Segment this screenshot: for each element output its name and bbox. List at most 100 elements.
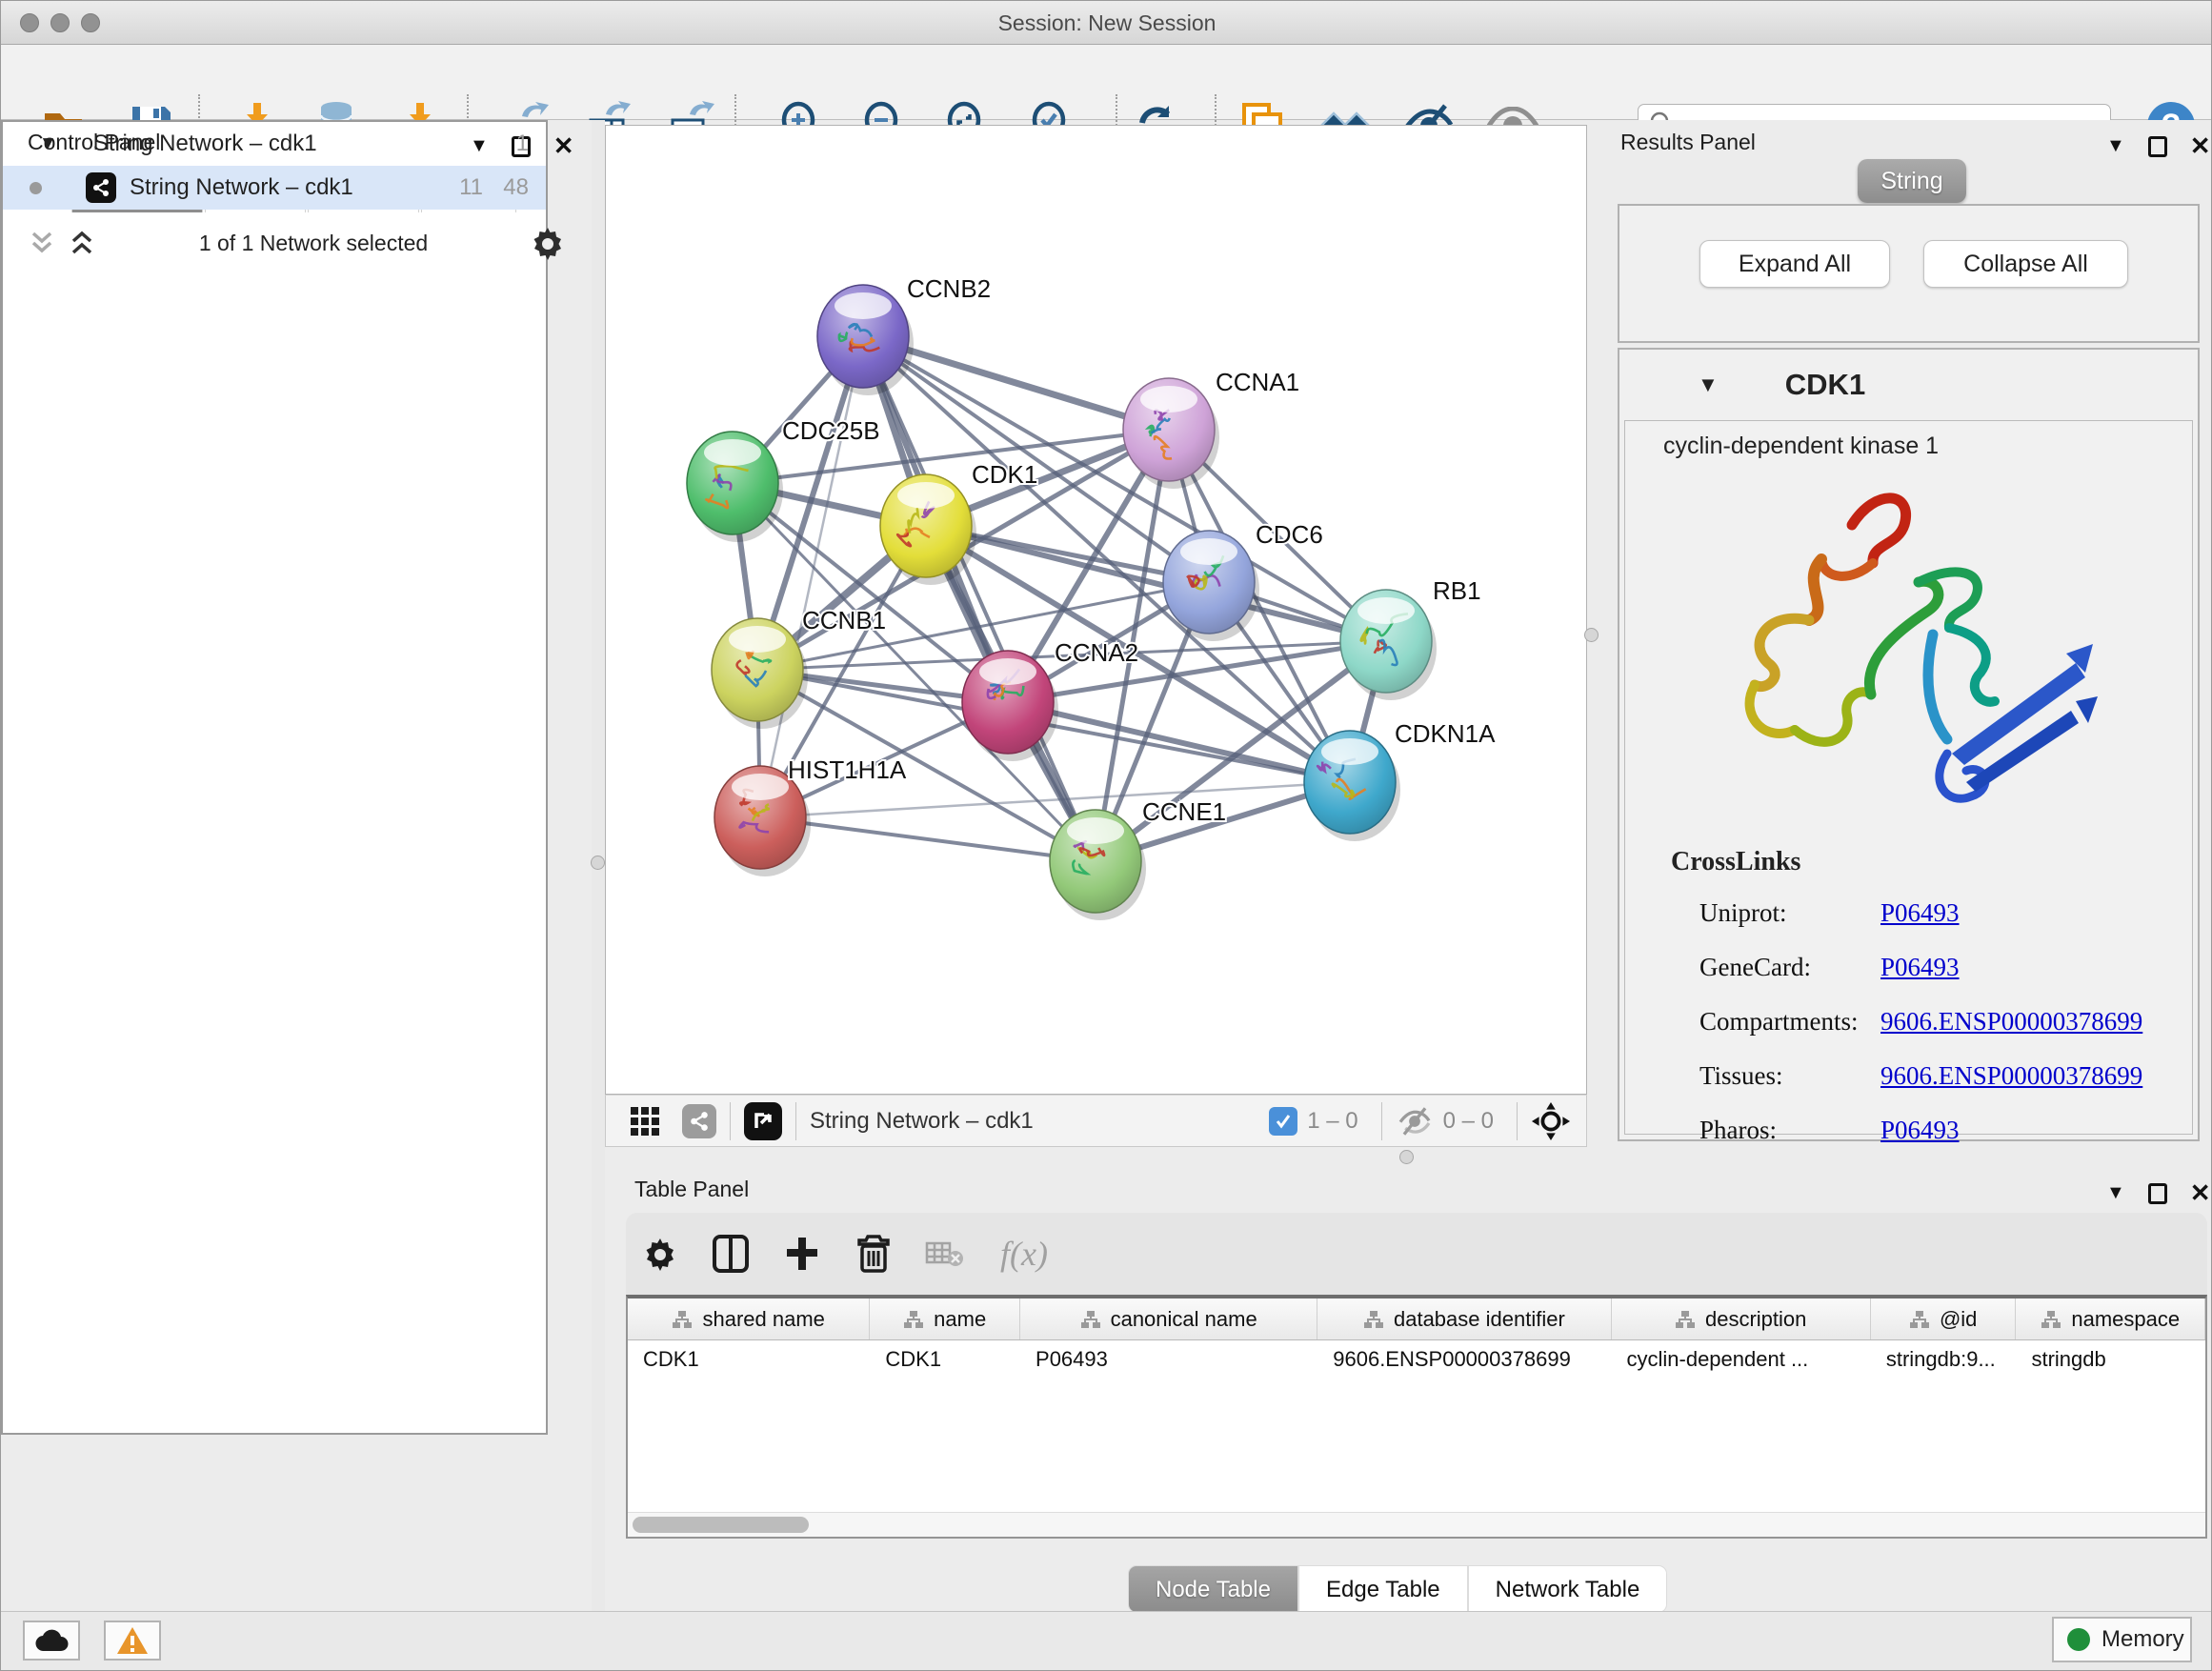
crosslink-row: Compartments:9606.ENSP00000378699 — [1699, 1007, 2192, 1037]
columns-icon — [713, 1235, 749, 1273]
tab-node-table[interactable]: Node Table — [1128, 1565, 1298, 1613]
node-label-CCNA2: CCNA2 — [1055, 638, 1138, 667]
network-node-CDC6[interactable]: CDC6 — [1163, 520, 1323, 641]
node-label-CDC6: CDC6 — [1256, 520, 1323, 549]
collapse-all-chevron-icon[interactable] — [28, 230, 56, 256]
bottom-splitter[interactable] — [605, 1147, 1587, 1167]
results-panel-float-button[interactable]: ▼ — [2106, 135, 2125, 157]
crosslink-row: GeneCard:P06493 — [1699, 953, 2192, 982]
column-header-description[interactable]: description — [1612, 1299, 1871, 1339]
column-header-name[interactable]: name — [870, 1299, 1020, 1339]
tab-edge-table[interactable]: Edge Table — [1298, 1565, 1468, 1613]
left-splitter[interactable] — [592, 120, 605, 1611]
selected-node-edge-counts: 1 – 0 — [1307, 1108, 1357, 1135]
crosslink-link[interactable]: 9606.ENSP00000378699 — [1880, 1061, 2142, 1091]
entry-header-row[interactable]: ▼ CDK1 — [1619, 350, 2198, 420]
open-in-window-button[interactable] — [744, 1102, 782, 1140]
network-collection-row[interactable]: ▼ String Network – cdk1 1 — [3, 122, 546, 166]
crosslinks-title: CrossLinks — [1671, 847, 2192, 877]
table-cell[interactable]: stringdb:9... — [1871, 1340, 2017, 1380]
hidden-eye-slash-icon[interactable] — [1396, 1107, 1434, 1136]
cloud-status-button[interactable] — [23, 1621, 80, 1661]
results-panel-maximize-button[interactable] — [2148, 136, 2167, 157]
network-row[interactable]: String Network – cdk1 11 48 — [3, 166, 546, 210]
column-header-label: shared name — [702, 1307, 824, 1332]
table-cell[interactable]: CDK1 — [628, 1340, 870, 1380]
delete-column-button[interactable] — [853, 1213, 895, 1295]
current-network-name: String Network – cdk1 — [810, 1108, 1034, 1135]
column-header-label: namespace — [2071, 1307, 2180, 1332]
tab-network-table[interactable]: Network Table — [1468, 1565, 1668, 1613]
column-header-label: database identifier — [1394, 1307, 1565, 1332]
network-node-HIST1H1A[interactable]: HIST1H1A — [714, 755, 907, 876]
crosslinks-list: Uniprot:P06493GeneCard:P06493Compartment… — [1699, 898, 2192, 1145]
node-label-RB1: RB1 — [1433, 576, 1481, 605]
plus-icon — [785, 1236, 819, 1272]
collection-expand-caret[interactable]: ▼ — [39, 133, 57, 154]
table-horizontal-scrollbar[interactable] — [628, 1512, 2205, 1537]
status-bar: Memory — [1, 1611, 2212, 1671]
network-edge[interactable] — [1008, 702, 1350, 782]
network-node-CCNE1[interactable]: CCNE1 — [1050, 797, 1226, 920]
network-view-toolbar: String Network – cdk1 1 – 0 0 – 0 — [605, 1095, 1587, 1147]
left-splitter-handle[interactable] — [591, 856, 605, 870]
column-header-shared-name[interactable]: shared name — [628, 1299, 870, 1339]
delete-table-button[interactable] — [923, 1213, 965, 1295]
table-panel-maximize-button[interactable] — [2148, 1183, 2167, 1204]
network-canvas[interactable]: CCNB2CCNA1CDC25BCDK1CDC6RB1CCNB1CCNA2CDK… — [605, 125, 1587, 1095]
crosslink-link[interactable]: P06493 — [1880, 898, 1960, 928]
network-options-gear-icon[interactable] — [531, 226, 565, 260]
table-cell[interactable]: 9606.ENSP00000378699 — [1317, 1340, 1611, 1380]
bottom-splitter-handle[interactable] — [1399, 1150, 1414, 1164]
expand-all-button[interactable]: Expand All — [1699, 240, 1890, 288]
network-node-RB1[interactable]: RB1 — [1340, 576, 1481, 700]
table-panel-close-button[interactable]: ✕ — [2190, 1178, 2211, 1208]
network-node-CDKN1A[interactable]: CDKN1A — [1304, 719, 1496, 841]
column-header-namespace[interactable]: namespace — [2016, 1299, 2205, 1339]
column-header-label: name — [934, 1307, 986, 1332]
right-splitter-handle[interactable] — [1584, 628, 1599, 642]
birdseye-grid-icon[interactable] — [629, 1105, 661, 1137]
selected-checkbox-icon[interactable] — [1269, 1107, 1297, 1136]
function-builder-button[interactable]: f(x) — [995, 1213, 1053, 1295]
collapse-all-button[interactable]: Collapse All — [1923, 240, 2128, 288]
table-row[interactable]: CDK1CDK1P064939606.ENSP00000378699cyclin… — [628, 1340, 2205, 1380]
entry-gene-name: CDK1 — [1785, 368, 1865, 402]
column-header-database-identifier[interactable]: database identifier — [1317, 1299, 1611, 1339]
fit-content-crosshair-icon[interactable] — [1531, 1101, 1571, 1141]
table-panel-float-button[interactable]: ▼ — [2106, 1182, 2125, 1204]
scrollbar-thumb[interactable] — [633, 1517, 809, 1533]
protein-structure-image — [1709, 468, 2109, 830]
show-columns-button[interactable] — [710, 1213, 752, 1295]
results-entry-box: ▼ CDK1 cyclin-dependent kinase 1 — [1618, 348, 2200, 1141]
column-header-@id[interactable]: @id — [1871, 1299, 2017, 1339]
create-column-button[interactable] — [781, 1213, 823, 1295]
network-node-CCNB1[interactable]: CCNB1 — [712, 606, 886, 729]
crosslink-link[interactable]: P06493 — [1880, 1116, 1960, 1145]
main-toolbar: ? — [1, 45, 2212, 120]
table-cell[interactable]: CDK1 — [870, 1340, 1020, 1380]
column-header-canonical-name[interactable]: canonical name — [1020, 1299, 1317, 1339]
crosslink-link[interactable]: P06493 — [1880, 953, 1960, 982]
warnings-button[interactable] — [104, 1621, 161, 1661]
results-panel-close-button[interactable]: ✕ — [2190, 131, 2211, 161]
network-node-CCNB2[interactable]: CCNB2 — [817, 274, 991, 395]
crosslink-link[interactable]: 9606.ENSP00000378699 — [1880, 1007, 2142, 1037]
table-cell[interactable]: stringdb — [2016, 1340, 2205, 1380]
string-network-icon — [86, 172, 116, 203]
hidden-node-edge-counts: 0 – 0 — [1443, 1108, 1494, 1135]
warning-icon — [116, 1626, 149, 1655]
tab-string[interactable]: String — [1858, 159, 1966, 203]
entry-collapse-caret[interactable]: ▼ — [1698, 372, 1719, 397]
collection-label: String Network – cdk1 — [93, 131, 317, 157]
table-header-row: shared name name canonical name database id… — [628, 1299, 2205, 1340]
control-panel-close-button[interactable]: ✕ — [553, 131, 574, 161]
cloud-icon — [34, 1628, 69, 1653]
application-window: Session: New Session — [0, 0, 2212, 1671]
expand-all-chevron-icon[interactable] — [68, 230, 96, 256]
table-cell[interactable]: P06493 — [1020, 1340, 1317, 1380]
table-cell[interactable]: cyclin-dependent ... — [1612, 1340, 1871, 1380]
table-options-button[interactable] — [639, 1213, 681, 1295]
string-style-icon[interactable] — [682, 1104, 716, 1138]
memory-button[interactable]: Memory — [2052, 1617, 2192, 1662]
